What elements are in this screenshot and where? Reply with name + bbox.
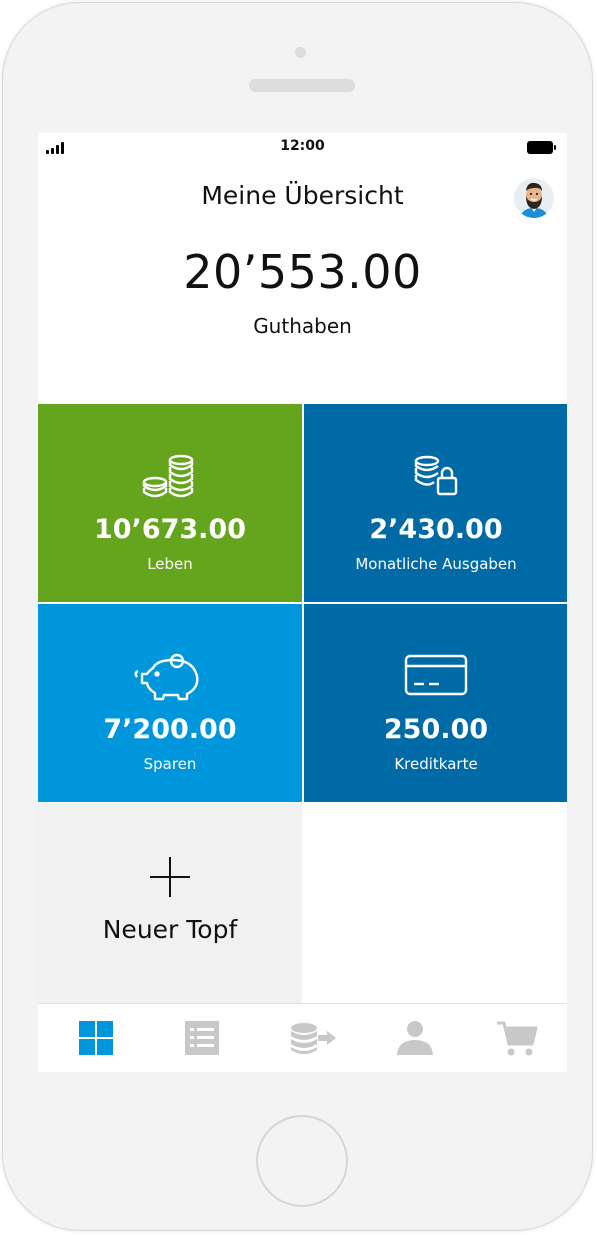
new-pot-button[interactable]: Neuer Topf xyxy=(38,803,302,1003)
plus-icon xyxy=(38,855,302,899)
tab-transfer[interactable] xyxy=(256,1004,361,1072)
pot-label: Kreditkarte xyxy=(394,755,478,773)
speaker-grille xyxy=(249,79,355,92)
coins-lock-icon xyxy=(304,452,567,502)
tab-bar xyxy=(38,1003,567,1072)
status-time: 12:00 xyxy=(280,138,325,154)
new-pot-label: Neuer Topf xyxy=(102,915,238,944)
tab-list[interactable] xyxy=(150,1004,255,1072)
pot-amount: 2’430.00 xyxy=(369,514,503,545)
pot-tile-leben[interactable]: 10’673.00 Leben xyxy=(38,404,302,602)
pot-label: Leben xyxy=(147,555,193,573)
battery-icon xyxy=(527,141,557,154)
app-screen: 12:00 Meine Übersicht 20’553.00 Guthaben… xyxy=(38,133,567,1072)
profile-icon xyxy=(397,1021,433,1055)
tab-profile[interactable] xyxy=(362,1004,467,1072)
piggy-bank-icon xyxy=(38,652,302,702)
pot-tile-kreditkarte[interactable]: 250.00 Kreditkarte xyxy=(304,604,567,802)
transfer-coins-icon xyxy=(291,1023,336,1054)
home-button[interactable] xyxy=(256,1115,348,1207)
pot-label: Monatliche Ausgaben xyxy=(355,555,517,573)
tab-cart[interactable] xyxy=(462,1004,567,1072)
pot-amount: 250.00 xyxy=(383,714,489,745)
phone-frame: 12:00 Meine Übersicht 20’553.00 Guthaben… xyxy=(2,2,593,1231)
dashboard-grid-icon xyxy=(79,1021,113,1055)
front-camera xyxy=(295,47,306,58)
pot-amount: 10’673.00 xyxy=(93,514,247,545)
page-title: Meine Übersicht xyxy=(201,181,404,210)
pot-tile-monatliche-ausgaben[interactable]: 2’430.00 Monatliche Ausgaben xyxy=(304,404,567,602)
pot-tile-sparen[interactable]: 7’200.00 Sparen xyxy=(38,604,302,802)
coins-stack-icon xyxy=(38,452,302,502)
cart-icon xyxy=(497,1021,538,1056)
tab-dashboard[interactable] xyxy=(44,1004,149,1072)
avatar-icon[interactable] xyxy=(514,178,554,218)
list-icon xyxy=(185,1021,219,1055)
total-balance: 20’553.00 xyxy=(183,245,422,299)
pot-label: Sparen xyxy=(143,755,197,773)
credit-card-icon xyxy=(304,652,567,702)
balance-label: Guthaben xyxy=(253,314,352,338)
pot-amount: 7’200.00 xyxy=(103,714,237,745)
status-bar: 12:00 xyxy=(38,133,567,161)
